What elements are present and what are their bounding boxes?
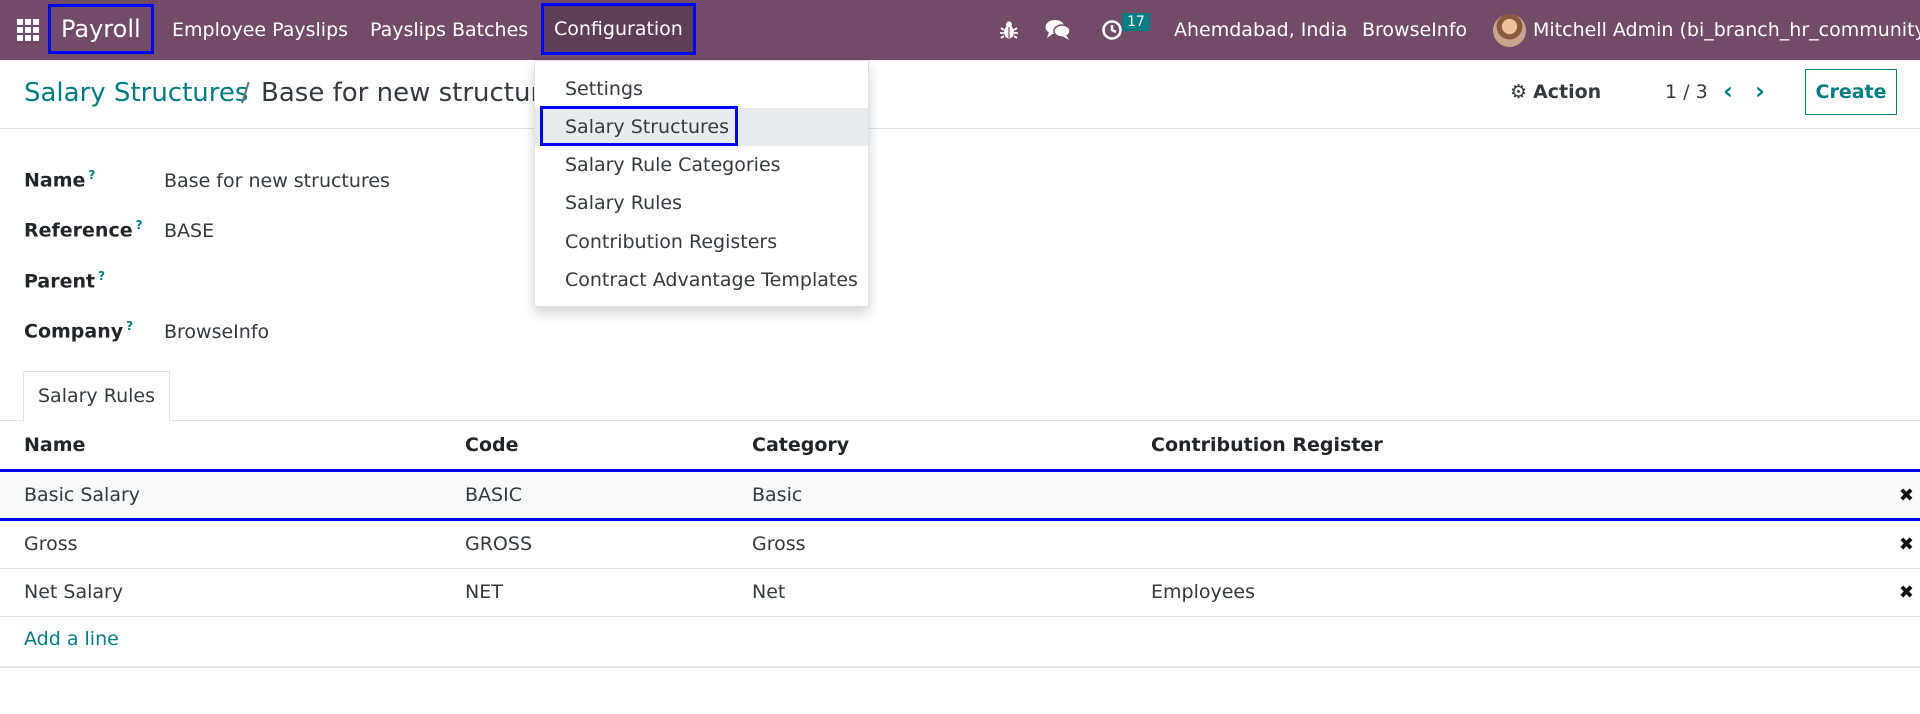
cell-register[interactable]: Employees bbox=[1151, 568, 1255, 616]
name-field[interactable]: Base for new structures bbox=[164, 170, 390, 192]
cell-code[interactable]: NET bbox=[465, 568, 503, 616]
action-button[interactable]: ⚙ Action bbox=[1510, 81, 1601, 103]
app-brand-payroll[interactable]: Payroll bbox=[48, 4, 154, 54]
cell-code[interactable]: BASIC bbox=[465, 472, 522, 518]
breadcrumb-separator: / bbox=[241, 78, 250, 108]
label-text: Company bbox=[24, 320, 124, 343]
gear-icon: ⚙ bbox=[1510, 81, 1528, 103]
table-row[interactable]: Basic Salary BASIC Basic ✖ bbox=[0, 469, 1920, 521]
delete-row-icon[interactable]: ✖ bbox=[1899, 568, 1914, 616]
user-menu[interactable]: Mitchell Admin (bi_branch_hr_community) bbox=[1533, 0, 1920, 60]
pager-value[interactable]: 1 / 3 bbox=[1665, 81, 1708, 103]
control-panel: Salary Structures / Base for new structu… bbox=[0, 60, 1920, 129]
field-label-reference: Reference? bbox=[24, 218, 143, 241]
help-tooltip-icon[interactable]: ? bbox=[126, 319, 133, 333]
column-header-category[interactable]: Category bbox=[752, 434, 849, 456]
bug-icon[interactable] bbox=[994, 0, 1024, 60]
tab-divider bbox=[0, 420, 1920, 421]
apps-grid-icon[interactable] bbox=[17, 0, 39, 60]
dropdown-item-contract-advantage-templates[interactable]: Contract Advantage Templates bbox=[535, 261, 868, 299]
dropdown-item-salary-structures[interactable]: Salary Structures bbox=[535, 108, 868, 146]
column-header-code[interactable]: Code bbox=[465, 434, 518, 456]
configuration-dropdown-menu: Settings Salary Structures Salary Rule C… bbox=[534, 60, 869, 307]
create-button[interactable]: Create bbox=[1805, 69, 1897, 115]
breadcrumb-current: Base for new structures bbox=[261, 78, 571, 108]
menu-payslips-batches[interactable]: Payslips Batches bbox=[370, 0, 528, 60]
table-row[interactable]: Net Salary NET Net Employees ✖ bbox=[0, 568, 1920, 617]
column-header-name[interactable]: Name bbox=[24, 434, 85, 456]
cell-name[interactable]: Basic Salary bbox=[24, 472, 140, 518]
label-text: Parent bbox=[24, 270, 96, 293]
cell-category[interactable]: Gross bbox=[752, 520, 806, 568]
cell-name[interactable]: Gross bbox=[24, 520, 78, 568]
action-label: Action bbox=[1533, 81, 1602, 103]
label-text: Reference bbox=[24, 219, 133, 242]
help-tooltip-icon[interactable]: ? bbox=[88, 168, 95, 182]
dropdown-item-settings[interactable]: Settings bbox=[535, 70, 868, 108]
chevron-right-icon[interactable]: › bbox=[1755, 77, 1765, 105]
column-header-contribution-register[interactable]: Contribution Register bbox=[1151, 434, 1383, 456]
help-tooltip-icon[interactable]: ? bbox=[136, 218, 143, 232]
field-label-company: Company? bbox=[24, 319, 133, 342]
menu-employee-payslips[interactable]: Employee Payslips bbox=[172, 0, 348, 60]
cell-category[interactable]: Net bbox=[752, 568, 785, 616]
menu-configuration[interactable]: Configuration bbox=[541, 3, 696, 55]
company-field[interactable]: BrowseInfo bbox=[164, 321, 269, 343]
top-navbar: Payroll Employee Payslips Payslips Batch… bbox=[0, 0, 1920, 60]
table-bottom-divider bbox=[0, 666, 1920, 668]
cell-name[interactable]: Net Salary bbox=[24, 568, 123, 616]
dropdown-item-salary-rules[interactable]: Salary Rules bbox=[535, 184, 868, 222]
cell-code[interactable]: GROSS bbox=[465, 520, 532, 568]
help-tooltip-icon[interactable]: ? bbox=[98, 269, 105, 283]
delete-row-icon[interactable]: ✖ bbox=[1899, 520, 1914, 568]
delete-row-icon[interactable]: ✖ bbox=[1899, 472, 1914, 518]
table-row[interactable]: Gross GROSS Gross ✖ bbox=[0, 520, 1920, 569]
location-label[interactable]: Ahemdabad, India bbox=[1174, 0, 1347, 60]
field-label-parent: Parent? bbox=[24, 269, 105, 292]
user-avatar[interactable] bbox=[1493, 14, 1526, 47]
chat-icon[interactable] bbox=[1043, 0, 1073, 60]
chevron-left-icon[interactable]: ‹ bbox=[1723, 77, 1733, 105]
activity-count-badge: 17 bbox=[1122, 13, 1150, 31]
company-switcher[interactable]: BrowseInfo bbox=[1362, 0, 1467, 60]
add-line-link[interactable]: Add a line bbox=[24, 628, 119, 650]
label-text: Name bbox=[24, 169, 86, 192]
tab-salary-rules[interactable]: Salary Rules bbox=[23, 371, 170, 421]
dropdown-item-contribution-registers[interactable]: Contribution Registers bbox=[535, 223, 868, 261]
field-label-name: Name? bbox=[24, 168, 95, 191]
reference-field[interactable]: BASE bbox=[164, 220, 214, 242]
dropdown-item-salary-rule-categories[interactable]: Salary Rule Categories bbox=[535, 146, 868, 184]
breadcrumb-parent-link[interactable]: Salary Structures bbox=[24, 78, 248, 108]
cell-category[interactable]: Basic bbox=[752, 472, 802, 518]
